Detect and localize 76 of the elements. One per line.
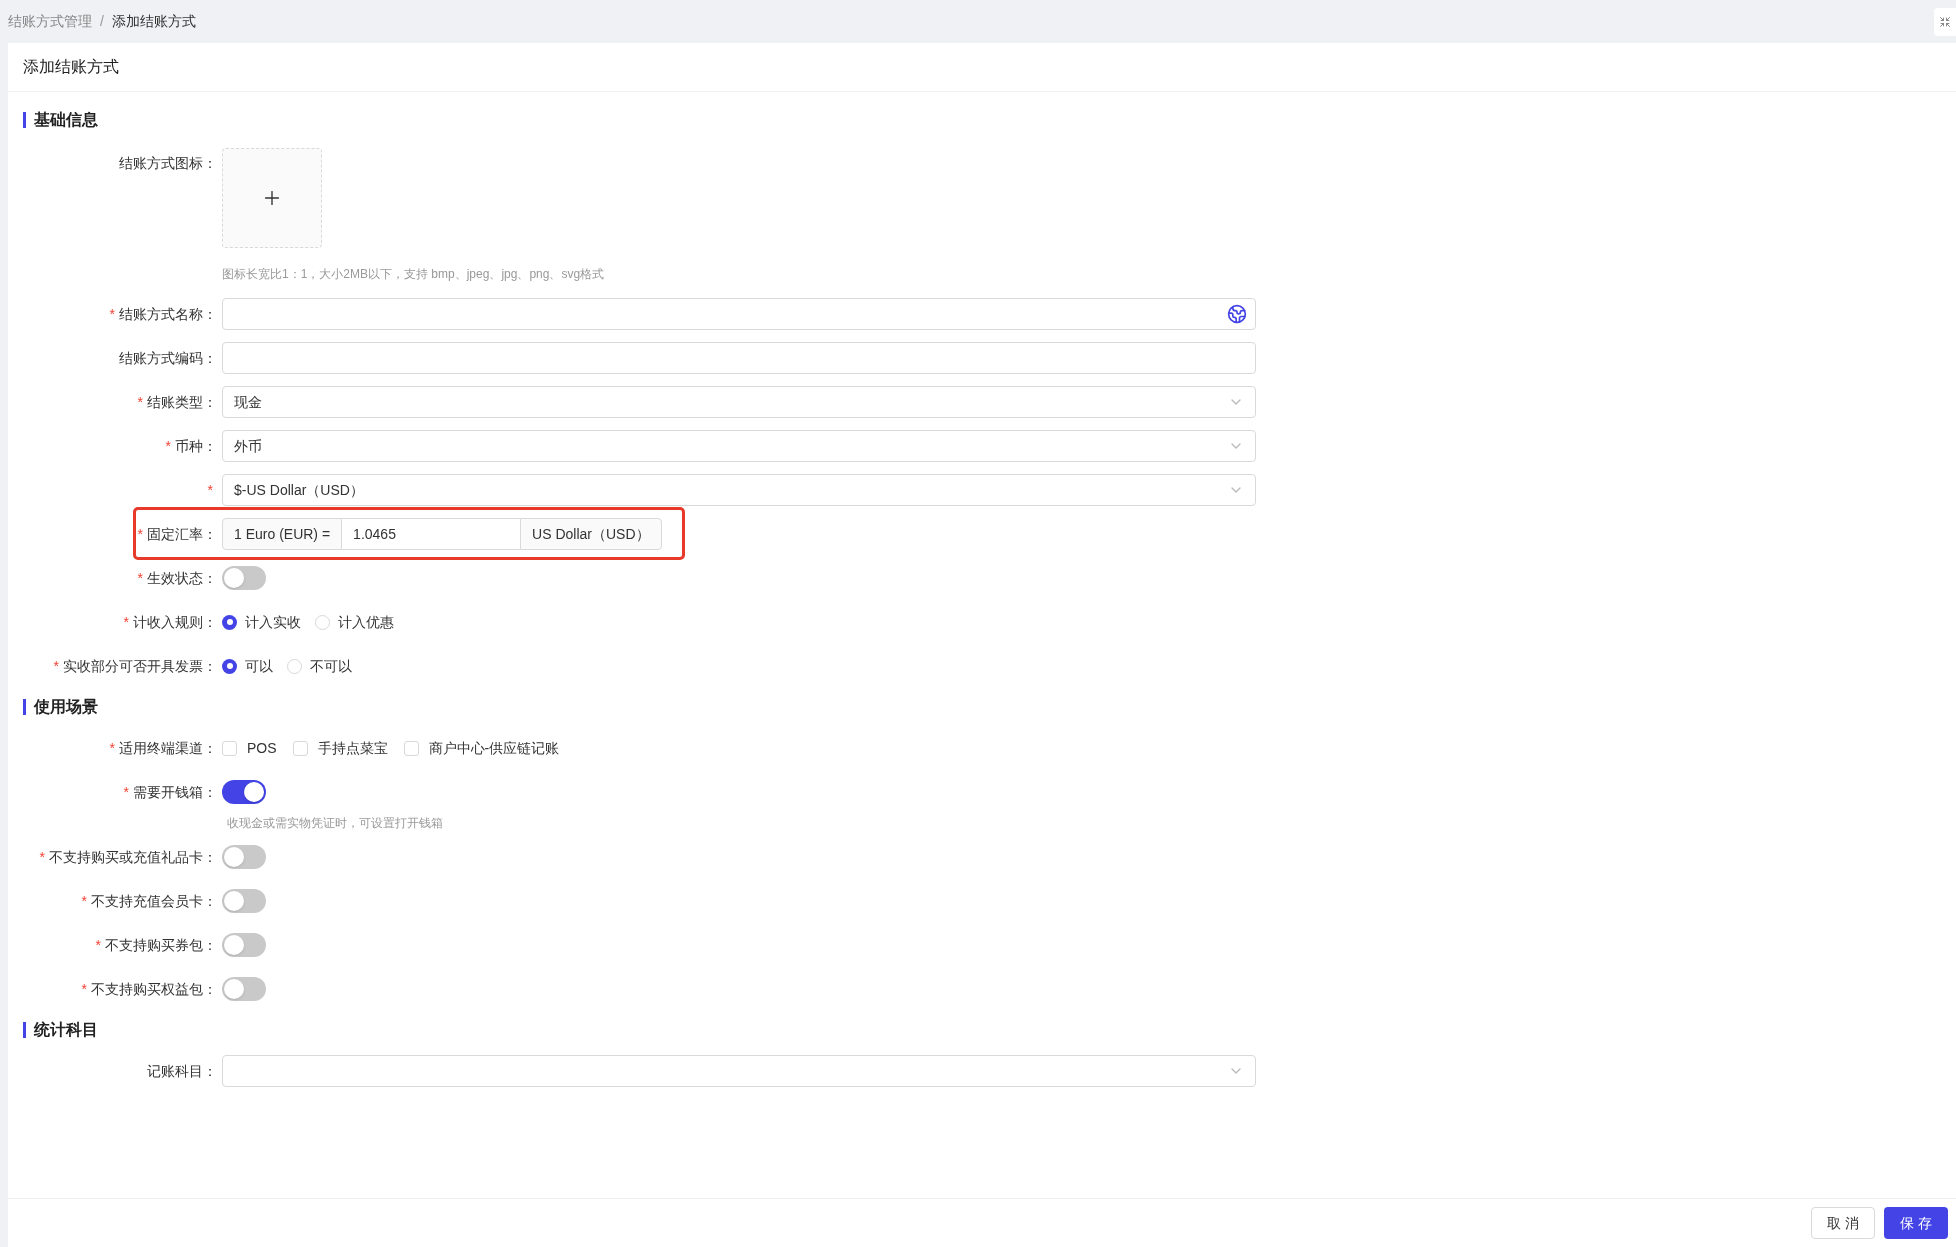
- radio-option[interactable]: 计入实收: [222, 611, 301, 633]
- field-label: 结账方式名称：: [119, 304, 217, 324]
- field-label: 币种：: [175, 436, 217, 456]
- select-field[interactable]: 现金: [222, 386, 1256, 418]
- select-field[interactable]: 外币: [222, 430, 1256, 462]
- checkbox-icon[interactable]: [222, 740, 237, 756]
- select-field[interactable]: $-US Dollar（USD）: [222, 474, 1256, 506]
- field-label: 适用终端渠道：: [119, 738, 217, 758]
- checkbox-icon[interactable]: [403, 740, 419, 756]
- required-mark: *: [109, 304, 115, 324]
- toggle-switch[interactable]: [222, 845, 266, 869]
- upload-button[interactable]: [222, 148, 322, 248]
- field-label: 不支持购买或充值礼品卡：: [49, 847, 217, 867]
- field-label: 固定汇率：: [147, 524, 217, 544]
- required-mark: *: [95, 935, 101, 955]
- save-button[interactable]: 保 存: [1884, 1207, 1948, 1239]
- required-mark: *: [81, 979, 87, 999]
- page-title: 添加结账方式: [23, 57, 119, 77]
- globe-icon[interactable]: [1227, 304, 1247, 324]
- field-hint: 收现金或需实物凭证时，可设置打开钱箱: [227, 816, 443, 830]
- radio-option[interactable]: 计入优惠: [315, 611, 394, 633]
- toggle-switch[interactable]: [222, 780, 266, 804]
- rate-input[interactable]: 1.0465: [342, 518, 521, 550]
- checkbox-option[interactable]: 商户中心-供应链记账: [403, 737, 560, 759]
- required-mark: *: [123, 782, 129, 802]
- checkbox-option[interactable]: POS: [222, 737, 277, 759]
- section-accent-bar: [23, 699, 26, 715]
- field-label: 结账类型：: [147, 392, 217, 412]
- required-mark: *: [137, 568, 143, 588]
- field-label: 记账科目：: [147, 1061, 217, 1081]
- toggle-switch[interactable]: [222, 933, 266, 957]
- required-mark: *: [39, 847, 45, 867]
- field-label: 不支持充值会员卡：: [91, 891, 217, 911]
- required-mark: *: [123, 612, 129, 632]
- upload-hint: 图标长宽比1：1，大小2MB以下，支持 bmp、jpeg、jpg、png、svg格式: [222, 266, 605, 282]
- checkbox-icon[interactable]: [292, 740, 308, 756]
- radio-icon[interactable]: [222, 658, 237, 674]
- required-mark: *: [137, 524, 143, 544]
- field-label: 结账方式编码：: [119, 348, 217, 368]
- select-field[interactable]: [222, 1055, 1256, 1087]
- rate-prefix: 1 Euro (EUR) =: [222, 518, 343, 550]
- radio-icon[interactable]: [222, 614, 237, 630]
- radio-icon[interactable]: [287, 658, 302, 674]
- field-label: 实收部分可否开具发票：: [63, 656, 217, 676]
- fullscreen-button[interactable]: [1934, 7, 1956, 36]
- radio-icon[interactable]: [315, 614, 330, 630]
- required-mark: *: [137, 392, 143, 412]
- field-label: 需要开钱箱：: [133, 782, 217, 802]
- breadcrumb-separator: /: [100, 12, 104, 31]
- shrink-icon: [1939, 15, 1951, 28]
- section-title: 基础信息: [34, 110, 98, 130]
- field-label: 生效状态：: [147, 568, 217, 588]
- required-mark: *: [81, 891, 87, 911]
- radio-option[interactable]: 可以: [222, 655, 273, 677]
- required-mark: *: [109, 738, 115, 758]
- field-label: 不支持购买权益包：: [91, 979, 217, 999]
- field-label: 计收入规则：: [133, 612, 217, 632]
- text-input[interactable]: [222, 298, 1256, 330]
- checkbox-option[interactable]: 手持点菜宝: [292, 737, 388, 759]
- toggle-switch[interactable]: [222, 566, 266, 590]
- cancel-button[interactable]: 取 消: [1811, 1207, 1875, 1239]
- required-mark: *: [53, 656, 59, 676]
- required-mark: *: [207, 480, 213, 500]
- field-label: 结账方式图标：: [119, 154, 217, 173]
- text-input[interactable]: [222, 342, 1256, 374]
- radio-option[interactable]: 不可以: [287, 655, 352, 677]
- section-accent-bar: [23, 1022, 26, 1038]
- section-accent-bar: [23, 112, 26, 128]
- rate-suffix: US Dollar（USD）: [520, 518, 663, 550]
- toggle-switch[interactable]: [222, 977, 266, 1001]
- section-title: 使用场景: [34, 697, 98, 717]
- field-label: 不支持购买券包：: [105, 935, 217, 955]
- breadcrumb-link[interactable]: 添加结账方式: [111, 11, 196, 32]
- required-mark: *: [165, 436, 171, 456]
- section-title: 统计科目: [34, 1020, 98, 1040]
- toggle-switch[interactable]: [222, 889, 266, 913]
